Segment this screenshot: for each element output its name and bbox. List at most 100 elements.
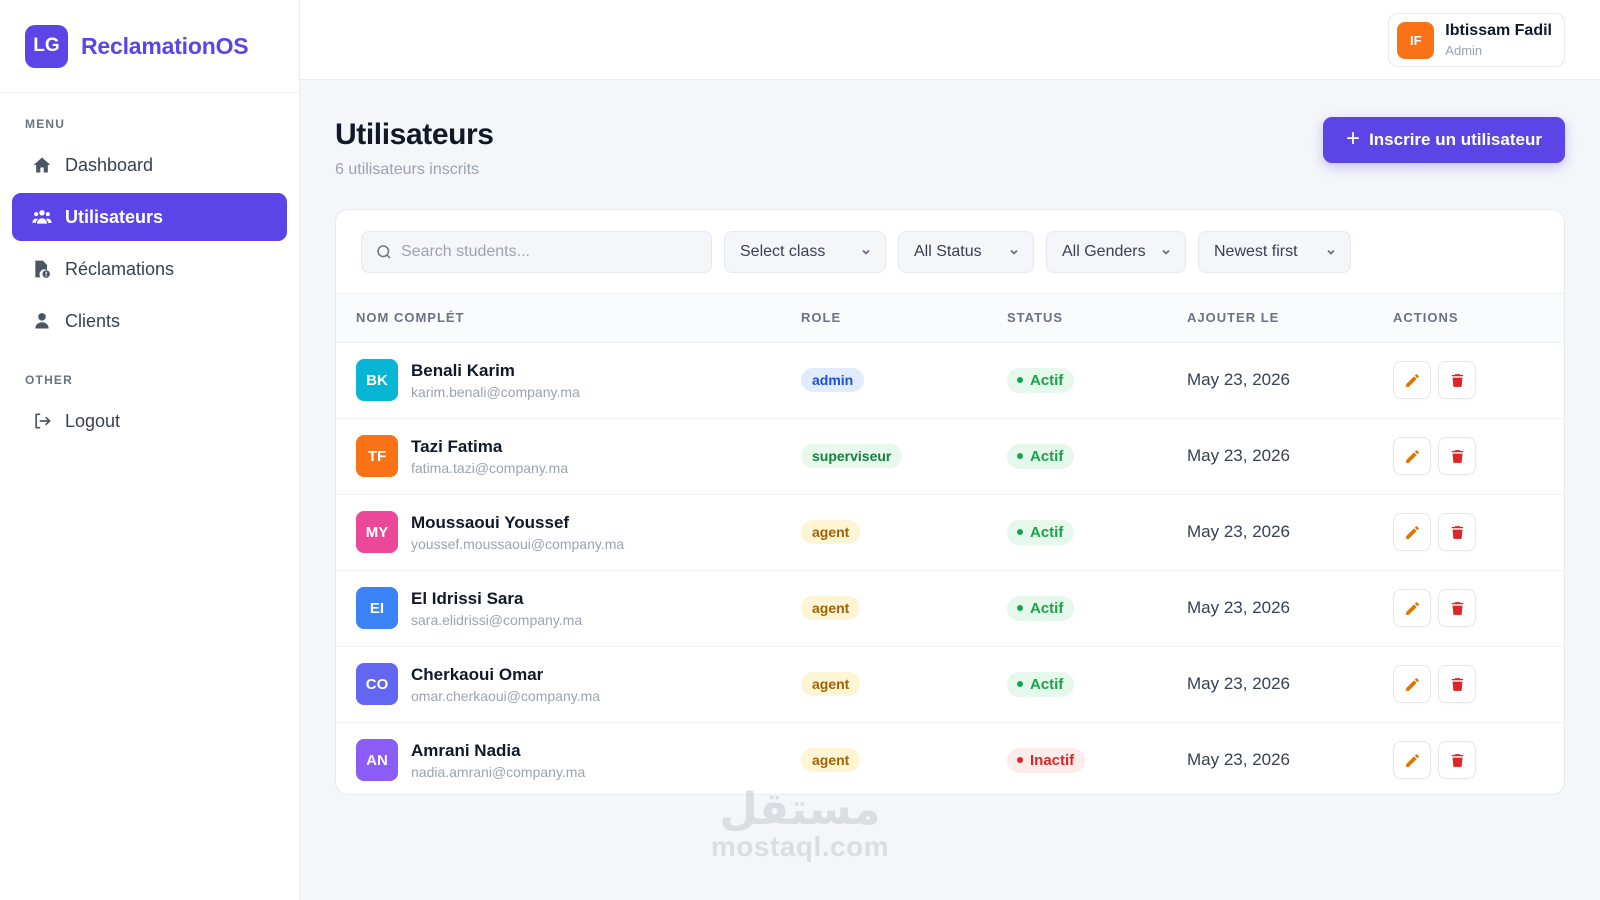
add-user-button[interactable]: + Inscrire un utilisateur [1323,117,1565,163]
cell-actions [1393,342,1564,418]
search-box[interactable] [361,230,712,273]
logout-label: Logout [65,410,121,431]
status-badge: Actif [1007,671,1075,697]
search-input[interactable] [401,242,691,261]
watermark: مستقل mostaql.com [700,788,900,862]
edit-button[interactable] [1393,665,1431,703]
person-info: Amrani Nadia nadia.amrani@company.ma [411,741,585,780]
cell-actions [1393,722,1564,794]
avatar: BK [356,359,398,401]
sidebar-item-dashboard[interactable]: Dashboard [12,141,287,189]
user-email: fatima.tazi@company.ma [411,459,569,476]
cell-role: agent [801,646,1007,722]
watermark-arabic: مستقل [719,784,881,835]
class-select[interactable]: Select class [724,230,886,273]
users-card: Select class All Status All Genders Newe… [335,209,1565,795]
brand[interactable]: LG ReclamationOS [0,0,299,93]
sidebar-item-utilisateurs[interactable]: Utilisateurs [12,193,287,241]
row-actions [1393,361,1564,399]
cell-date: May 23, 2026 [1187,342,1393,418]
user-email: nadia.amrani@company.ma [411,763,586,780]
row-actions [1393,437,1564,475]
delete-button[interactable] [1438,513,1476,551]
user-full-name: Moussaoui Youssef [411,512,570,532]
delete-button[interactable] [1438,665,1476,703]
add-user-label: Inscrire un utilisateur [1369,130,1542,149]
page-title: Utilisateurs [335,118,494,151]
sort-select[interactable]: Newest first [1198,230,1351,273]
status-dot [1017,681,1023,687]
added-date: May 23, 2026 [1187,674,1291,693]
brand-logo: LG [25,24,68,68]
user-full-name: Amrani Nadia [411,740,521,760]
chevron-down-icon [862,249,870,255]
watermark-latin: mostaql.com [710,831,890,862]
gender-select[interactable]: All Genders [1046,230,1186,273]
sidebar-item-clients[interactable]: Clients [12,297,287,345]
gender-select-value: All Genders [1062,242,1146,260]
status-label: Inactif [1030,751,1075,769]
page-subtitle: 6 utilisateurs inscrits [335,161,480,178]
table-row[interactable]: EI El Idrissi Sara sara.elidrissi@company.… [336,570,1564,646]
delete-button[interactable] [1438,741,1476,780]
table-row[interactable]: CO Cherkaoui Omar omar.cherkaoui@company.m… [336,646,1564,722]
class-select-value: Select class [740,242,826,260]
table-row[interactable]: BK Benali Karim karim.benali@company.ma adm… [336,342,1564,418]
edit-button[interactable] [1393,741,1431,780]
role-badge: agent [801,596,861,620]
status-label: Actif [1030,599,1064,617]
user-menu[interactable]: IF Ibtissam Fadil Admin [1388,13,1565,67]
edit-button[interactable] [1393,513,1431,551]
cell-role: agent [801,570,1007,646]
logout-icon [35,413,51,429]
delete-button[interactable] [1438,589,1476,627]
edit-button[interactable] [1393,437,1431,475]
sort-select-value: Newest first [1214,242,1298,260]
user-email: karim.benali@company.ma [411,383,580,400]
person-info: Benali Karim karim.benali@company.ma [411,361,580,400]
table-row[interactable]: AN Amrani Nadia nadia.amrani@company.ma age… [336,722,1564,794]
table-row[interactable]: MY Moussaoui Youssef youssef.moussaoui@com… [336,494,1564,570]
row-actions [1393,513,1564,551]
cell-role: agent [801,494,1007,570]
row-actions [1393,589,1564,627]
edit-button[interactable] [1393,361,1431,399]
column-header-actions: ACTIONS [1393,294,1564,343]
added-date: May 23, 2026 [1187,750,1291,770]
user-full-name: Benali Karim [411,360,515,380]
cell-date: May 23, 2026 [1187,570,1393,646]
sidebar-item-reclamations[interactable]: Réclamations [12,245,287,293]
status-badge: Actif [1007,595,1075,621]
person-info: Tazi Fatima fatima.tazi@company.ma [411,437,568,476]
edit-button[interactable] [1393,589,1431,627]
pencil-icon [1405,373,1419,387]
chevron-down-icon [1162,249,1170,255]
sidebar: LG ReclamationOS MENU Dashboard Utilisat… [0,0,300,900]
pencil-icon [1405,601,1419,615]
status-select[interactable]: All Status [898,230,1034,273]
avatar: AN [356,739,398,782]
delete-button[interactable] [1438,437,1476,475]
pencil-icon [1405,525,1419,539]
user-icon [35,313,49,329]
avatar: MY [356,511,398,553]
user-full-name: Cherkaoui Omar [411,664,544,684]
avatar: CO [356,663,398,705]
status-badge: Actif [1007,519,1075,545]
table-row[interactable]: TF Tazi Fatima fatima.tazi@company.ma super… [336,418,1564,494]
added-date: May 23, 2026 [1187,446,1291,465]
logout-button[interactable]: Logout [12,397,287,445]
cell-date: May 23, 2026 [1187,646,1393,722]
role-badge: superviseur [801,444,903,468]
cell-name: MY Moussaoui Youssef youssef.moussaoui@com… [336,494,801,570]
status-dot [1017,757,1023,764]
status-dot [1017,453,1023,459]
column-header-name: NOM COMPLÉT [336,294,801,343]
status-badge: Actif [1007,367,1075,393]
column-header-date: AJOUTER LE [1187,294,1393,343]
status-label: Actif [1030,447,1064,465]
role-badge: admin [801,368,865,392]
avatar: EI [356,587,398,629]
delete-button[interactable] [1438,361,1476,399]
sidebar-item-label: Clients [65,310,121,331]
